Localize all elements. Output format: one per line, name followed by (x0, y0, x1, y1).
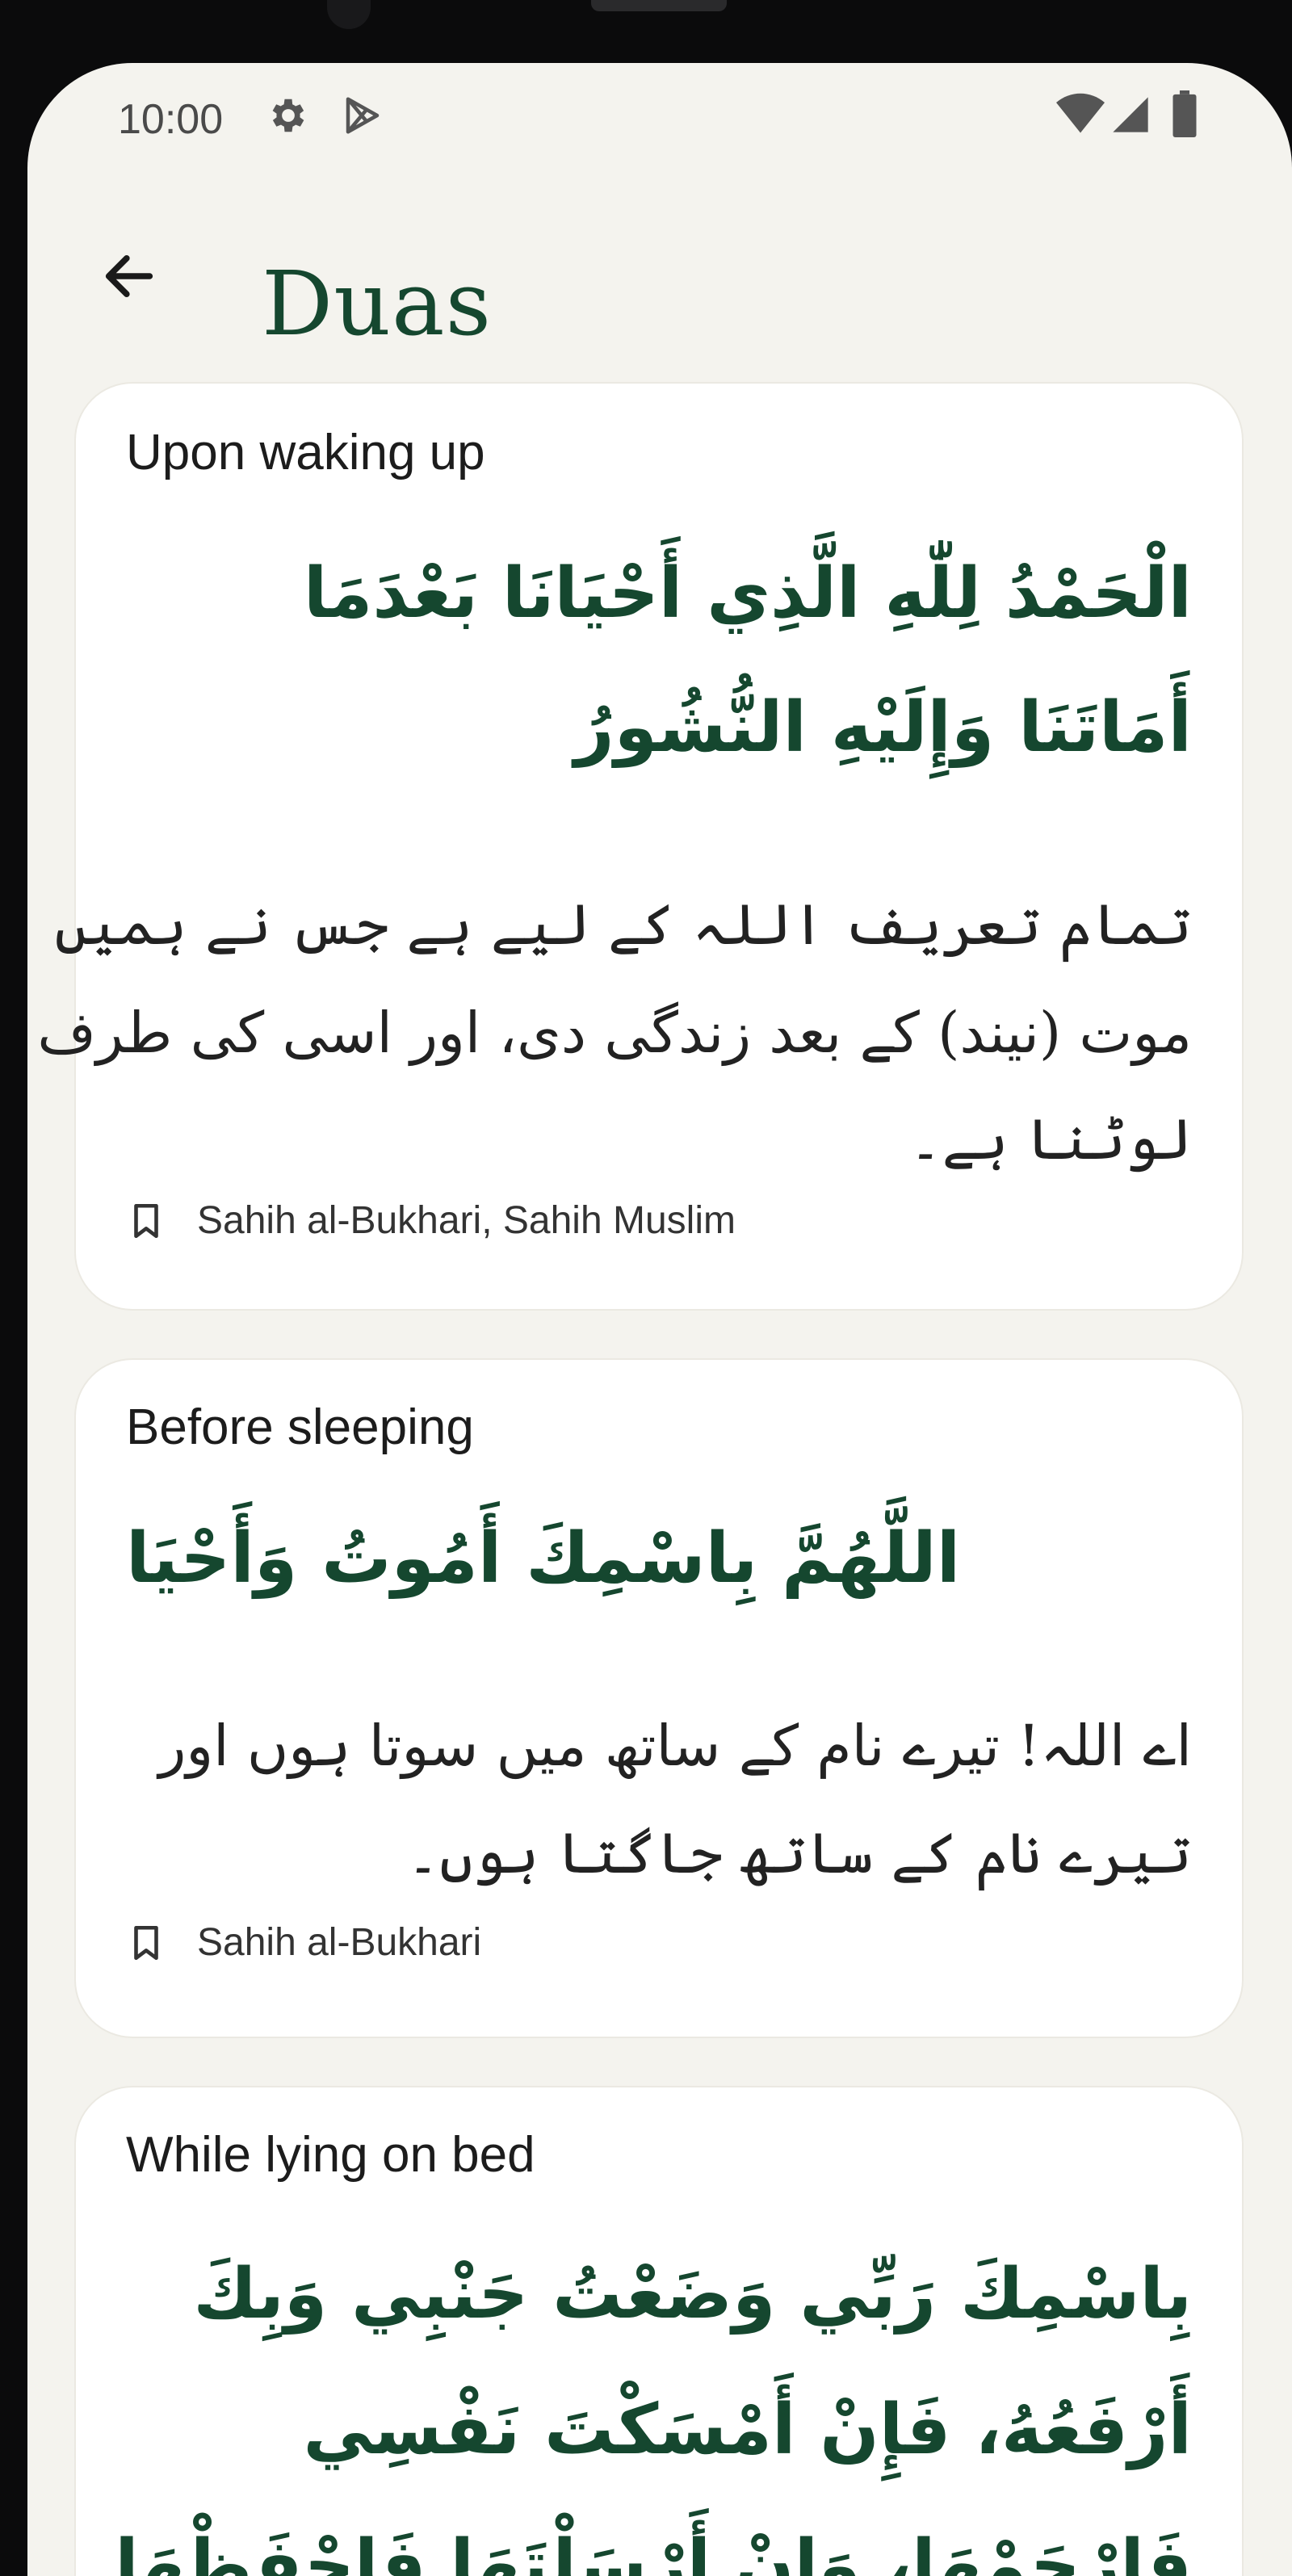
dua-title: Before sleeping (126, 1399, 474, 1455)
dua-translation-line: لوٹنا ہے۔ (908, 1106, 1192, 1173)
play-store-icon (346, 97, 380, 134)
dua-card[interactable]: While lying on bed بِاسْمِكَ رَبِّي وَضَ… (76, 2087, 1242, 2576)
front-camera (327, 0, 371, 29)
dua-arabic-line: اللَّهُمَّ بِاسْمِكَ أَمُوتُ وَأَحْيَا (126, 1518, 961, 1599)
back-button[interactable] (81, 228, 178, 325)
dua-arabic-line: فَارْحَمْهَا، وَإِنْ أَرْسَلْتَهَا فَاحْ… (115, 2525, 1192, 2576)
device-top-bezel (591, 0, 727, 11)
bookmark-icon (134, 1203, 158, 1238)
dua-arabic-line: الْحَمْدُ لِلّٰهِ الَّذِي أَحْيَانَا بَع… (303, 553, 1192, 634)
dua-source-text: Sahih al-Bukhari (197, 1921, 482, 1964)
status-bar: 10:00 (27, 63, 1292, 168)
dua-arabic-line: بِاسْمِكَ رَبِّي وَضَعْتُ جَنْبِي وَبِكَ (193, 2254, 1192, 2335)
status-time: 10:00 (118, 96, 224, 143)
gear-icon (272, 99, 304, 132)
dua-arabic-line: أَرْفَعُهُ، فَإِنْ أَمْسَكْتَ نَفْسِي (303, 2389, 1193, 2470)
dua-card[interactable]: Upon waking up الْحَمْدُ لِلّٰهِ الَّذِي… (37, 384, 1242, 1309)
battery-icon (1172, 90, 1197, 137)
bookmark-icon (134, 1925, 158, 1960)
page-title: Duas (262, 252, 493, 355)
dua-translation-line: موت (نیند) کے بعد زندگی دی، اور اسی کی ط… (37, 1000, 1192, 1066)
dua-source-text: Sahih al-Bukhari, Sahih Muslim (197, 1199, 736, 1242)
dua-translation-line: تمام تعریف اللہ کے لیے ہے جس نے ہمیں (54, 892, 1192, 958)
arrow-left-icon (105, 255, 153, 297)
dua-source: Sahih al-Bukhari (126, 1920, 481, 1965)
dua-arabic-line: أَمَاتَنَا وَإِلَيْهِ النُّشُورُ (574, 687, 1192, 768)
dua-translation-line: اے اللہ! تیرے نام کے ساتھ میں سوتا ہوں ا… (158, 1713, 1192, 1779)
app-screen: 10:00 Duas Upon waking up الْحَمْدُ لِلّ… (27, 63, 1292, 2576)
signal-icon (1113, 97, 1148, 132)
dua-card[interactable]: Before sleeping اللَّهُمَّ بِاسْمِكَ أَم… (76, 1360, 1242, 2037)
dua-title: While lying on bed (126, 2127, 535, 2183)
dua-source: Sahih al-Bukhari, Sahih Muslim (126, 1198, 736, 1243)
dua-title: Upon waking up (126, 425, 485, 480)
dua-translation-line: تیرے نام کے ساتھ جاگتا ہوں۔ (406, 1820, 1192, 1886)
wifi-icon (1056, 93, 1105, 133)
top-app-bar: Duas (27, 200, 1292, 352)
